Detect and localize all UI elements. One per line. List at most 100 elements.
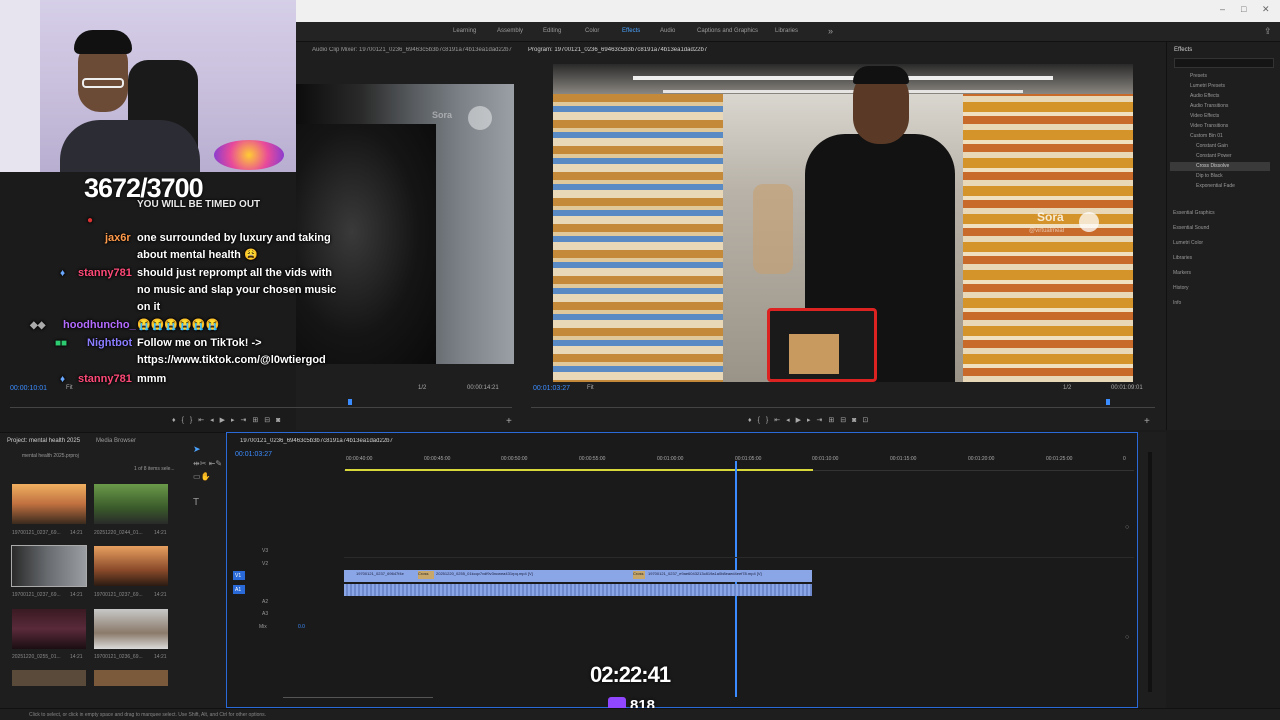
- audio-clip-waveform[interactable]: [344, 584, 812, 596]
- effects-tree-dip-to-black[interactable]: Dip to Black: [1196, 173, 1223, 179]
- media-browser-tab[interactable]: Media Browser: [96, 438, 136, 444]
- effects-search-input[interactable]: [1174, 58, 1274, 68]
- program-watermark-handle: @virtualmeal: [1029, 228, 1065, 234]
- workspace-color[interactable]: Color: [585, 28, 599, 34]
- project-thumbnail-selected[interactable]: [11, 545, 87, 587]
- panel-essential-sound[interactable]: Essential Sound: [1173, 225, 1209, 231]
- workspace-captions[interactable]: Captions and Graphics: [697, 28, 758, 34]
- effects-tree-custom-bin[interactable]: Custom Bin 01: [1190, 133, 1223, 139]
- source-duration: 00:00:14:21: [467, 385, 499, 391]
- badge-icon: ◆◆: [30, 320, 46, 331]
- chat-message: one surrounded by luxury and taking: [137, 232, 331, 244]
- track-label-v1[interactable]: V1: [235, 573, 241, 579]
- chat-message: 😭😭😭😭😭😭: [137, 319, 220, 331]
- workspace-editing[interactable]: Editing: [543, 28, 561, 34]
- project-thumbnail[interactable]: [94, 609, 168, 649]
- source-monitor-tab[interactable]: Audio Clip Mixer: 19700121_0236_69463c5b…: [312, 47, 512, 53]
- program-timecode[interactable]: 00:01:03:27: [533, 385, 570, 392]
- panel-essential-graphics[interactable]: Essential Graphics: [1173, 210, 1215, 216]
- transition-marker[interactable]: Cross: [633, 571, 645, 579]
- project-thumbnail[interactable]: [94, 670, 168, 686]
- timeline-timecode[interactable]: 00:01:03:27: [235, 451, 272, 458]
- chat-username: hoodhuncho_: [63, 319, 136, 331]
- panel-info[interactable]: Info: [1173, 300, 1181, 306]
- program-fit-select[interactable]: Fit: [587, 385, 594, 391]
- program-resolution[interactable]: 1/2: [1063, 385, 1071, 391]
- chat-username: stanny781: [78, 373, 132, 385]
- type-tool-icon[interactable]: T: [193, 497, 199, 508]
- program-monitor-tab[interactable]: Program: 19700121_0236_69463c5b3b7c8191a…: [528, 47, 728, 53]
- workspace-learning[interactable]: Learning: [453, 28, 476, 34]
- more-workspaces-icon[interactable]: »: [828, 26, 833, 36]
- work-area-bar[interactable]: [345, 469, 813, 471]
- title-bar: – □ ✕: [296, 0, 1280, 22]
- workspace-assembly[interactable]: Assembly: [497, 28, 523, 34]
- mix-volume-value[interactable]: 0.0: [298, 624, 305, 630]
- effects-tree-constant-gain[interactable]: Constant Gain: [1196, 143, 1228, 149]
- add-button-icon[interactable]: +: [1144, 416, 1150, 427]
- source-transport-controls[interactable]: ♦{}⇤◂▶▸⇥⊞⊟◙: [172, 416, 286, 424]
- thumbnail-duration: 14:21: [70, 592, 83, 598]
- project-thumbnail[interactable]: [94, 546, 168, 586]
- track-label-v3[interactable]: V3: [262, 548, 268, 554]
- workspace-audio[interactable]: Audio: [660, 28, 675, 34]
- timeline-clip[interactable]: 19700121_0237_69647f4e 20251220_0255_01k…: [344, 570, 812, 582]
- chat-message: Follow me on TikTok! ->: [137, 337, 262, 349]
- clip-label: 19700121_0237_69647f4e: [356, 571, 404, 576]
- track-height-handles[interactable]: ○ ○: [1125, 473, 1129, 693]
- workspace-bar: Learning Assembly Editing Color Effects …: [296, 22, 1280, 42]
- program-transport-controls[interactable]: ♦{}⇤◂▶▸⇥⊞⊟◙⊡: [748, 416, 874, 424]
- source-scrub-bar[interactable]: [10, 407, 512, 408]
- source-timecode[interactable]: 00:00:10:01: [10, 385, 47, 392]
- status-bar-text: Click to select, or click in empty space…: [29, 712, 267, 718]
- transition-marker[interactable]: Cross: [418, 571, 434, 579]
- track-label-a1[interactable]: A1: [235, 587, 241, 593]
- selection-tool-icon[interactable]: ➤: [193, 443, 201, 456]
- maximize-button[interactable]: □: [1241, 4, 1246, 14]
- minimize-button[interactable]: –: [1220, 4, 1225, 14]
- panel-history[interactable]: History: [1173, 285, 1189, 291]
- editing-tools-icon[interactable]: ⇹✂ ⇤✎ ▭✋: [193, 457, 223, 483]
- effects-tree-video-effects[interactable]: Video Effects: [1190, 113, 1219, 119]
- project-thumbnail[interactable]: [94, 484, 168, 524]
- program-playhead[interactable]: [1106, 399, 1110, 405]
- panel-libraries[interactable]: Libraries: [1173, 255, 1192, 261]
- program-video-frame[interactable]: Sora @virtualmeal: [553, 64, 1133, 382]
- bread-loaf: [789, 334, 839, 374]
- project-thumbnail[interactable]: [12, 484, 86, 524]
- effects-tree-constant-power[interactable]: Constant Power: [1196, 153, 1232, 159]
- timeline-zoom-scrollbar[interactable]: [283, 697, 433, 698]
- chat-username: jax6r: [105, 232, 131, 244]
- source-playhead[interactable]: [348, 399, 352, 405]
- source-resolution[interactable]: 1/2: [418, 385, 426, 391]
- plush-toy: [214, 140, 284, 170]
- track-label-v2[interactable]: V2: [262, 561, 268, 567]
- add-button-icon[interactable]: +: [506, 416, 512, 427]
- program-duration: 00:01:09:01: [1111, 385, 1143, 391]
- panel-lumetri-color[interactable]: Lumetri Color: [1173, 240, 1203, 246]
- source-fit-select[interactable]: Fit: [66, 385, 73, 391]
- panel-markers[interactable]: Markers: [1173, 270, 1191, 276]
- project-thumbnail[interactable]: [12, 670, 86, 686]
- program-scrub-bar[interactable]: [531, 407, 1155, 408]
- effects-tree-audio-transitions[interactable]: Audio Transitions: [1190, 103, 1228, 109]
- effects-tree-exponential-fade[interactable]: Exponential Fade: [1196, 183, 1235, 189]
- project-tab[interactable]: Project: mental health 2025: [7, 438, 80, 444]
- timeline-tab[interactable]: 19700121_0236_69463c5b3b7c8191a74b13ea1d…: [240, 438, 400, 444]
- close-button[interactable]: ✕: [1262, 4, 1270, 15]
- source-video-frame[interactable]: Sora: [296, 84, 514, 364]
- effects-tree-video-transitions[interactable]: Video Transitions: [1190, 123, 1228, 129]
- badge-icon: ■■: [55, 338, 68, 349]
- workspace-effects[interactable]: Effects: [622, 28, 640, 34]
- track-label-a2[interactable]: A2: [262, 599, 268, 605]
- workspace-libraries[interactable]: Libraries: [775, 28, 798, 34]
- project-thumbnail[interactable]: [12, 609, 86, 649]
- effects-tree-presets[interactable]: Presets: [1190, 73, 1207, 79]
- track-label-a3[interactable]: A3: [262, 611, 268, 617]
- effects-tree-cross-dissolve[interactable]: Cross Dissolve: [1196, 163, 1229, 169]
- effects-tree-audio-effects[interactable]: Audio Effects: [1190, 93, 1219, 99]
- share-icon[interactable]: ⇪: [1264, 26, 1272, 37]
- ruler-timecode: 00:00:45:00: [424, 456, 451, 462]
- chat-username: stanny781: [78, 267, 132, 279]
- effects-tree-lumetri-presets[interactable]: Lumetri Presets: [1190, 83, 1225, 89]
